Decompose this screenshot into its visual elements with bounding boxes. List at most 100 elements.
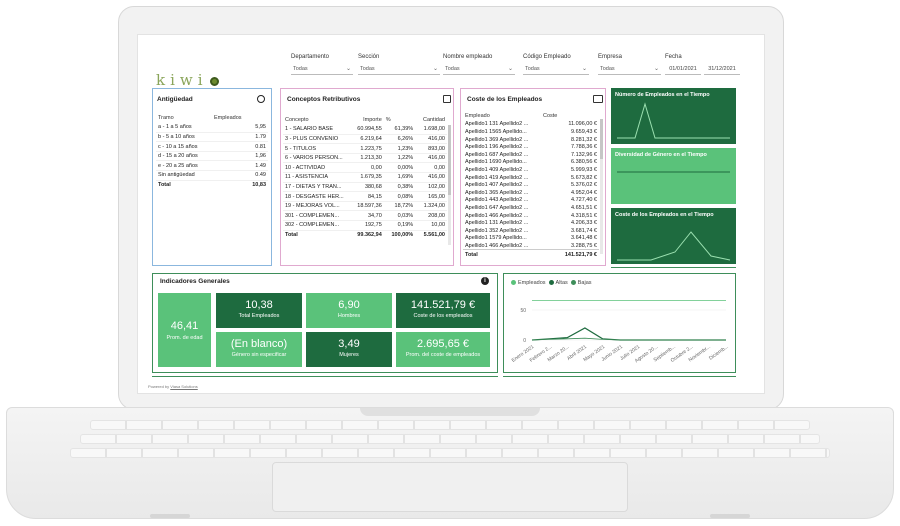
- table-row[interactable]: 17 - DIETAS Y TRAN... 380,68 0,38% 102,00: [283, 182, 447, 193]
- cell-coste: 9.659,43 €: [571, 128, 597, 135]
- filter-dropdown[interactable]: Todas ⌄: [291, 64, 353, 75]
- table-row[interactable]: Apellido1 466 Apellido2 ... 4.318,51 €: [463, 212, 599, 220]
- kpi-card[interactable]: 6,90 Hombres: [306, 293, 392, 328]
- vertical-scrollbar[interactable]: [600, 119, 603, 254]
- money-icon[interactable]: [593, 95, 603, 103]
- column-header[interactable]: Cantidad: [415, 115, 447, 125]
- table-row[interactable]: Apellido1 131 Apellido2 ... 11.096,00 €: [463, 121, 599, 129]
- kpi-card[interactable]: 10,38 Total Empleados: [216, 293, 302, 328]
- kpi-value: 141.521,79 €: [410, 299, 476, 311]
- tile-coste-tiempo[interactable]: Coste de los Empleados en el Tiempo: [611, 208, 736, 264]
- cell-empleado: Apellido1 352 Apellido2 ...: [465, 227, 529, 234]
- info-icon[interactable]: i: [481, 277, 489, 285]
- filter-label: Sección: [358, 54, 380, 60]
- kpi-card[interactable]: 141.521,79 € Coste de los empleados: [396, 293, 490, 328]
- table-row[interactable]: d - 15 a 20 años 1,96: [156, 151, 268, 162]
- table-row[interactable]: Apellido1 687 Apellido2 ... 7.132,96 €: [463, 151, 599, 159]
- filter-dropdown[interactable]: Todas ⌄: [598, 64, 661, 75]
- table-row[interactable]: Apellido1 196 Apellido2 ... 7.788,36 €: [463, 143, 599, 151]
- table-row[interactable]: 11 - ASISTENCIA 1.679,35 1,69% 416,00: [283, 172, 447, 183]
- table-row[interactable]: Apellido1 352 Apellido2 ... 3.681,74 €: [463, 227, 599, 235]
- cell-importe: 6.219,64: [349, 134, 384, 145]
- table-row[interactable]: Apellido1 365 Apellido2 ... 4.952,04 €: [463, 189, 599, 197]
- table-row[interactable]: Apellido1 409 Apellido2 ... 5.999,93 €: [463, 166, 599, 174]
- series-line-altas[interactable]: [531, 327, 726, 341]
- table-row[interactable]: 302 - COMPLEMEN... 192,75 0,19% 10,00: [283, 220, 447, 231]
- table-row[interactable]: a - 1 a 5 años 5,95: [156, 122, 268, 133]
- filter-dropdown[interactable]: Todas ⌄: [443, 64, 515, 75]
- scrollbar-thumb[interactable]: [448, 125, 451, 195]
- table-row[interactable]: Apellido1 131 Apellido2 ... 4.206,33 €: [463, 219, 599, 227]
- cell-empleado: Apellido1 466 Apellido2 ...: [465, 212, 529, 219]
- table-row[interactable]: Apellido1 466 Apellido2 ... 3.288,75 €: [463, 242, 599, 250]
- table-row[interactable]: Apellido1 443 Apellido2 ... 4.727,40 €: [463, 197, 599, 205]
- indicadores-card: Indicadores Generales i 46,41 Prom. de e…: [152, 273, 498, 373]
- filter-label: Empresa: [598, 54, 623, 60]
- table-row[interactable]: 10 - ACTIVIDAD 0,00 0,00% 0,00: [283, 162, 447, 174]
- cell-coste: 4.651,51 €: [571, 204, 597, 211]
- column-header[interactable]: Coste: [541, 111, 599, 121]
- antiguedad-table: Tramo Empleados a - 1 a 5 años 5,95 b - 5 …: [156, 113, 268, 190]
- table-row[interactable]: 3 - PLUS CONVENIO 6.219,64 6,26% 416,00: [283, 134, 447, 145]
- column-header[interactable]: %: [384, 115, 415, 125]
- kpi-value: 2.695,65 €: [417, 338, 469, 350]
- table-header-row: Concepto Importe % Cantidad: [283, 115, 447, 125]
- column-header[interactable]: Empleados: [212, 113, 268, 123]
- tile-genero-tiempo[interactable]: Diversidad de Género en el Tiempo: [611, 148, 736, 204]
- antiguedad-card: Antigüedad Tramo Empleados a - 1 a 5 año…: [152, 88, 272, 266]
- kpi-label: Prom. de edad: [166, 335, 203, 341]
- footer-link[interactable]: Viasa Solutions: [170, 384, 198, 389]
- kpi-prom-edad[interactable]: 46,41 Prom. de edad: [158, 293, 211, 367]
- kpi-card[interactable]: 3,49 Mujeres: [306, 332, 392, 367]
- total-label: Total: [156, 179, 212, 190]
- table-row[interactable]: e - 20 a 25 años 1.49: [156, 160, 268, 172]
- clock-icon[interactable]: [257, 95, 265, 103]
- table-row[interactable]: Apellido1 419 Apellido2 ... 5.673,82 €: [463, 174, 599, 182]
- table-row[interactable]: Apellido1 369 Apellido2 ... 8.281,32 €: [463, 136, 599, 144]
- table-row[interactable]: Apellido1 1565 Apellido... 9.659,43 €: [463, 128, 599, 136]
- kpi-card[interactable]: 2.695,65 € Prom. del coste de empleados: [396, 332, 490, 367]
- cell-pct: 0,19%: [383, 220, 416, 231]
- column-header[interactable]: Tramo: [156, 113, 212, 123]
- table-row[interactable]: Sin antigüedad 0.49: [156, 170, 268, 181]
- table-row[interactable]: 1 - SALARIO BASE 60.994,55 61,39% 1.698,00: [283, 124, 447, 135]
- kpi-value: 10,38: [245, 299, 273, 311]
- table-row[interactable]: Apellido1 1690 Apellido... 6.380,56 €: [463, 159, 599, 167]
- table-row[interactable]: 19 - MEJORAS VOL... 18.597,36 18,72% 1.324,…: [283, 201, 447, 212]
- table-row[interactable]: 301 - COMPLEMEN... 34,70 0,03% 208,00: [283, 210, 447, 222]
- laptop-hinge: [360, 408, 540, 416]
- scrollbar-thumb[interactable]: [600, 119, 603, 159]
- cell-cantidad: 416,00: [415, 172, 447, 183]
- vertical-scrollbar[interactable]: [448, 125, 451, 245]
- table-row[interactable]: Apellido1 407 Apellido2 ... 5.376,02 €: [463, 181, 599, 189]
- indicadores-title: Indicadores Generales: [160, 278, 230, 285]
- filter-dropdown[interactable]: Todas ⌄: [523, 64, 589, 75]
- date-to-input[interactable]: 31/12/2021: [704, 64, 740, 75]
- column-header[interactable]: Empleado: [463, 111, 541, 121]
- filter-label: Departamento: [291, 54, 330, 60]
- document-icon[interactable]: [443, 95, 451, 103]
- date-from-input[interactable]: 01/01/2021: [665, 64, 701, 75]
- table-row[interactable]: 6 - VARIOS PERSON... 1.213,30 1,22% 416,00: [283, 153, 447, 164]
- total-row: Total 10,83: [156, 179, 268, 190]
- chevron-down-icon: ⌄: [432, 66, 438, 72]
- tile-empleados-tiempo[interactable]: Número de Empleados en el Tiempo: [611, 88, 736, 144]
- cell-empleado: Apellido1 443 Apellido2 ...: [465, 197, 529, 204]
- column-header[interactable]: Importe: [349, 115, 384, 125]
- table-row[interactable]: Apellido1 647 Apellido2 ... 4.651,51 €: [463, 204, 599, 212]
- coste-title: Coste de los Empleados: [467, 96, 543, 103]
- divider: [611, 267, 736, 268]
- table-row[interactable]: b - 5 a 10 años 1.79: [156, 132, 268, 143]
- table-row[interactable]: c - 10 a 15 años 0.81: [156, 141, 268, 152]
- table-row[interactable]: 18 - DESGASTE HER... 84,15 0,08% 165,00: [283, 191, 447, 202]
- footer-powered: Powered by: [148, 384, 170, 389]
- filter-value: Todas: [525, 66, 540, 72]
- column-header[interactable]: Concepto: [283, 115, 349, 125]
- total-row: Total 99.362,94 100,00% 5.561,00: [283, 229, 447, 240]
- cell-coste: 5.376,02 €: [571, 182, 597, 189]
- kpi-card[interactable]: (En blanco) Género sin especificar: [216, 332, 302, 367]
- filter-dropdown[interactable]: Todas ⌄: [358, 64, 440, 75]
- table-row[interactable]: Apellido1 1579 Apellido... 3.641,48 €: [463, 235, 599, 243]
- table-row[interactable]: 5 - TITULOS 1.223,75 1,23% 893,00: [283, 143, 447, 154]
- keyboard-row: [80, 434, 820, 444]
